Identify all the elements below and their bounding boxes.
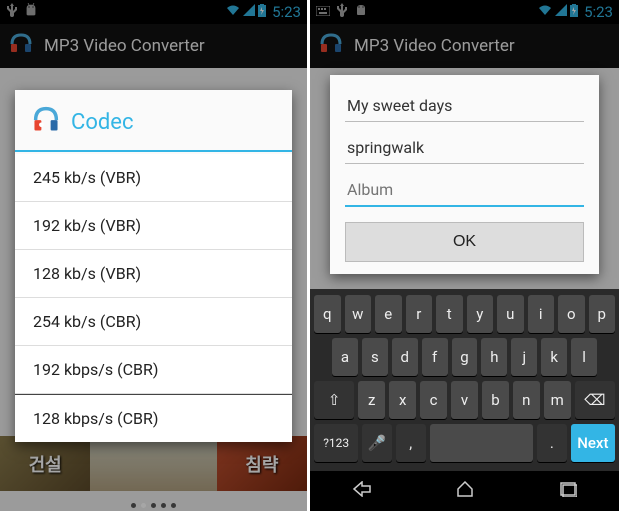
key-d[interactable]: d (392, 338, 418, 376)
key-comma[interactable]: , (396, 424, 426, 462)
album-field[interactable] (345, 174, 584, 207)
codec-option[interactable]: 128 kbps/s (CBR) (15, 394, 292, 442)
key-e[interactable]: e (375, 295, 402, 333)
codec-option[interactable]: 192 kb/s (VBR) (15, 202, 292, 250)
codec-list: 245 kb/s (VBR) 192 kb/s (VBR) 128 kb/s (… (15, 154, 292, 442)
title-field[interactable] (345, 90, 584, 122)
codec-option[interactable]: 128 kb/s (VBR) (15, 250, 292, 298)
codec-option[interactable]: 254 kb/s (CBR) (15, 298, 292, 346)
back-button[interactable] (352, 481, 372, 501)
key-i[interactable]: i (528, 295, 555, 333)
metadata-dialog: OK (330, 75, 599, 274)
ok-button[interactable]: OK (345, 222, 584, 262)
key-s[interactable]: s (362, 338, 388, 376)
codec-dialog: Codec 245 kb/s (VBR) 192 kb/s (VBR) 128 … (15, 90, 292, 442)
key-period[interactable]: . (537, 424, 567, 462)
codec-option[interactable]: 245 kb/s (VBR) (15, 154, 292, 202)
key-g[interactable]: g (452, 338, 478, 376)
dialog-title: Codec (71, 110, 133, 135)
headphones-icon (31, 104, 61, 140)
key-shift[interactable]: ⇧ (314, 381, 354, 419)
phone-screen-left: 5:23 MP3 Video Converter 건설 침략 Code (0, 0, 307, 511)
key-y[interactable]: y (467, 295, 494, 333)
key-j[interactable]: j (511, 338, 537, 376)
key-k[interactable]: k (541, 338, 567, 376)
soft-keyboard: q w e r t y u i o p a s d f g h j k (310, 289, 619, 471)
key-u[interactable]: u (497, 295, 524, 333)
key-a[interactable]: a (332, 338, 358, 376)
codec-option[interactable]: 192 kbps/s (CBR) (15, 346, 292, 394)
key-h[interactable]: h (481, 338, 507, 376)
key-w[interactable]: w (345, 295, 372, 333)
key-symbols[interactable]: ?123 (314, 424, 358, 462)
recent-button[interactable] (559, 481, 577, 501)
phone-screen-right: 5:23 MP3 Video Converter OK q w e r t (310, 0, 619, 511)
key-x[interactable]: x (389, 381, 416, 419)
key-backspace[interactable]: ⌫ (575, 381, 615, 419)
key-q[interactable]: q (314, 295, 341, 333)
key-m[interactable]: m (544, 381, 571, 419)
key-p[interactable]: p (589, 295, 616, 333)
key-f[interactable]: f (422, 338, 448, 376)
key-b[interactable]: b (482, 381, 509, 419)
dialog-divider (15, 150, 292, 152)
key-r[interactable]: r (406, 295, 433, 333)
key-mic[interactable]: 🎤 (362, 424, 392, 462)
key-t[interactable]: t (436, 295, 463, 333)
key-next[interactable]: Next (571, 424, 615, 462)
dialog-header: Codec (15, 90, 292, 150)
key-o[interactable]: o (558, 295, 585, 333)
home-button[interactable] (456, 481, 474, 501)
key-z[interactable]: z (358, 381, 385, 419)
key-c[interactable]: c (420, 381, 447, 419)
artist-field[interactable] (345, 132, 584, 164)
key-l[interactable]: l (571, 338, 597, 376)
navigation-bar (310, 471, 619, 511)
key-v[interactable]: v (451, 381, 478, 419)
key-n[interactable]: n (513, 381, 540, 419)
key-space[interactable] (430, 424, 534, 462)
